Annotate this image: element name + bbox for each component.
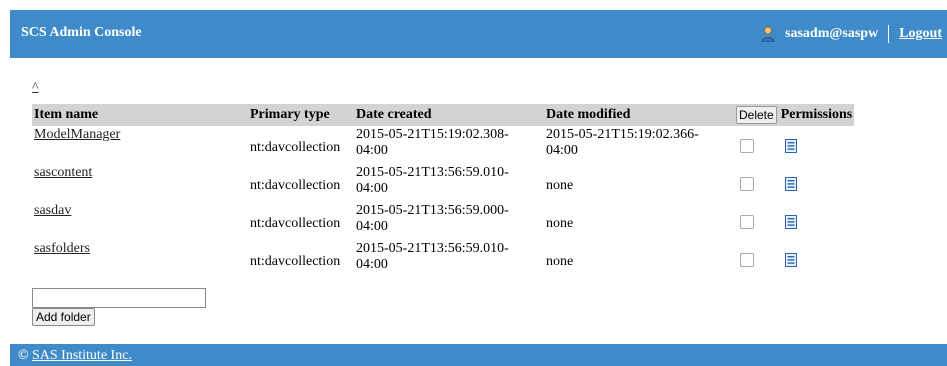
date-created: 2015-05-21T13:56:59.010- 04:00 <box>356 241 509 272</box>
permissions-icon[interactable] <box>784 177 797 196</box>
col-primary-type: Primary type <box>248 104 354 126</box>
item-name-cell: sasfolders <box>32 240 248 278</box>
table-row: sasdav nt:davcollection 2015-05-21T13:56… <box>32 202 854 240</box>
footer-copyright: © SAS Institute Inc. <box>18 348 132 363</box>
date-created: 2015-05-21T13:56:59.000- 04:00 <box>356 203 509 234</box>
delete-cell <box>734 202 779 240</box>
delete-cell <box>734 126 779 164</box>
logout-link[interactable]: Logout <box>899 26 942 42</box>
primary-type: nt:davcollection <box>250 216 341 231</box>
user-icon <box>761 26 775 43</box>
user-area: sasadm@saspw Logout <box>761 25 942 43</box>
item-link[interactable]: ModelManager <box>34 127 120 142</box>
col-permissions: Permissions <box>778 104 855 126</box>
add-folder-button[interactable]: Add folder <box>32 308 95 326</box>
date-created: 2015-05-21T13:56:59.010- 04:00 <box>356 165 509 196</box>
item-name-cell: ModelManager <box>32 126 248 164</box>
date-created: 2015-05-21T15:19:02.308- 04:00 <box>356 127 509 158</box>
delete-cell <box>734 240 779 278</box>
new-folder-input[interactable] <box>32 288 206 308</box>
permissions-cell <box>779 240 855 278</box>
col-item-name: Item name <box>32 104 248 126</box>
permissions-cell <box>779 164 855 202</box>
item-name-cell: sascontent <box>32 164 248 202</box>
date-modified: 2015-05-21T15:19:02.366- 04:00 <box>546 127 699 158</box>
delete-checkbox[interactable] <box>740 253 754 267</box>
delete-checkbox[interactable] <box>740 177 754 191</box>
item-link[interactable]: sasfolders <box>34 241 90 256</box>
primary-type: nt:davcollection <box>250 140 341 155</box>
file-table: Item name Primary type Date created Date… <box>32 104 855 278</box>
permissions-cell <box>779 126 855 164</box>
item-link[interactable]: sascontent <box>34 165 92 180</box>
permissions-cell <box>779 202 855 240</box>
table-row: ModelManager nt:davcollection 2015-05-21… <box>32 126 854 164</box>
table-header-row: Item name Primary type Date created Date… <box>32 104 855 126</box>
col-delete: Delete <box>734 104 779 126</box>
table-row: sasfolders nt:davcollection 2015-05-21T1… <box>32 240 854 278</box>
permissions-icon[interactable] <box>784 253 797 272</box>
username: sasadm@saspw <box>785 26 879 41</box>
footer-bar: © SAS Institute Inc. <box>10 344 947 366</box>
table-row: sascontent nt:davcollection 2015-05-21T1… <box>32 164 854 202</box>
header-divider <box>888 25 890 43</box>
company-link[interactable]: SAS Institute Inc. <box>32 348 132 363</box>
date-modified: none <box>546 254 574 269</box>
delete-cell <box>734 164 779 202</box>
header-bar: SCS Admin Console sasadm@saspw Logout <box>10 10 947 58</box>
date-modified: none <box>546 178 574 193</box>
item-link[interactable]: sasdav <box>34 203 71 218</box>
primary-type: nt:davcollection <box>250 178 341 193</box>
col-date-created: Date created <box>354 104 544 126</box>
delete-checkbox[interactable] <box>740 215 754 229</box>
primary-type: nt:davcollection <box>250 254 341 269</box>
parent-folder-link[interactable]: ^ <box>32 80 39 96</box>
date-modified: none <box>546 216 574 231</box>
item-name-cell: sasdav <box>32 202 248 240</box>
app-title: SCS Admin Console <box>21 25 142 40</box>
col-date-modified: Date modified <box>544 104 734 126</box>
delete-button[interactable]: Delete <box>736 106 777 124</box>
delete-checkbox[interactable] <box>740 139 754 153</box>
permissions-icon[interactable] <box>784 215 797 234</box>
permissions-icon[interactable] <box>784 139 797 158</box>
